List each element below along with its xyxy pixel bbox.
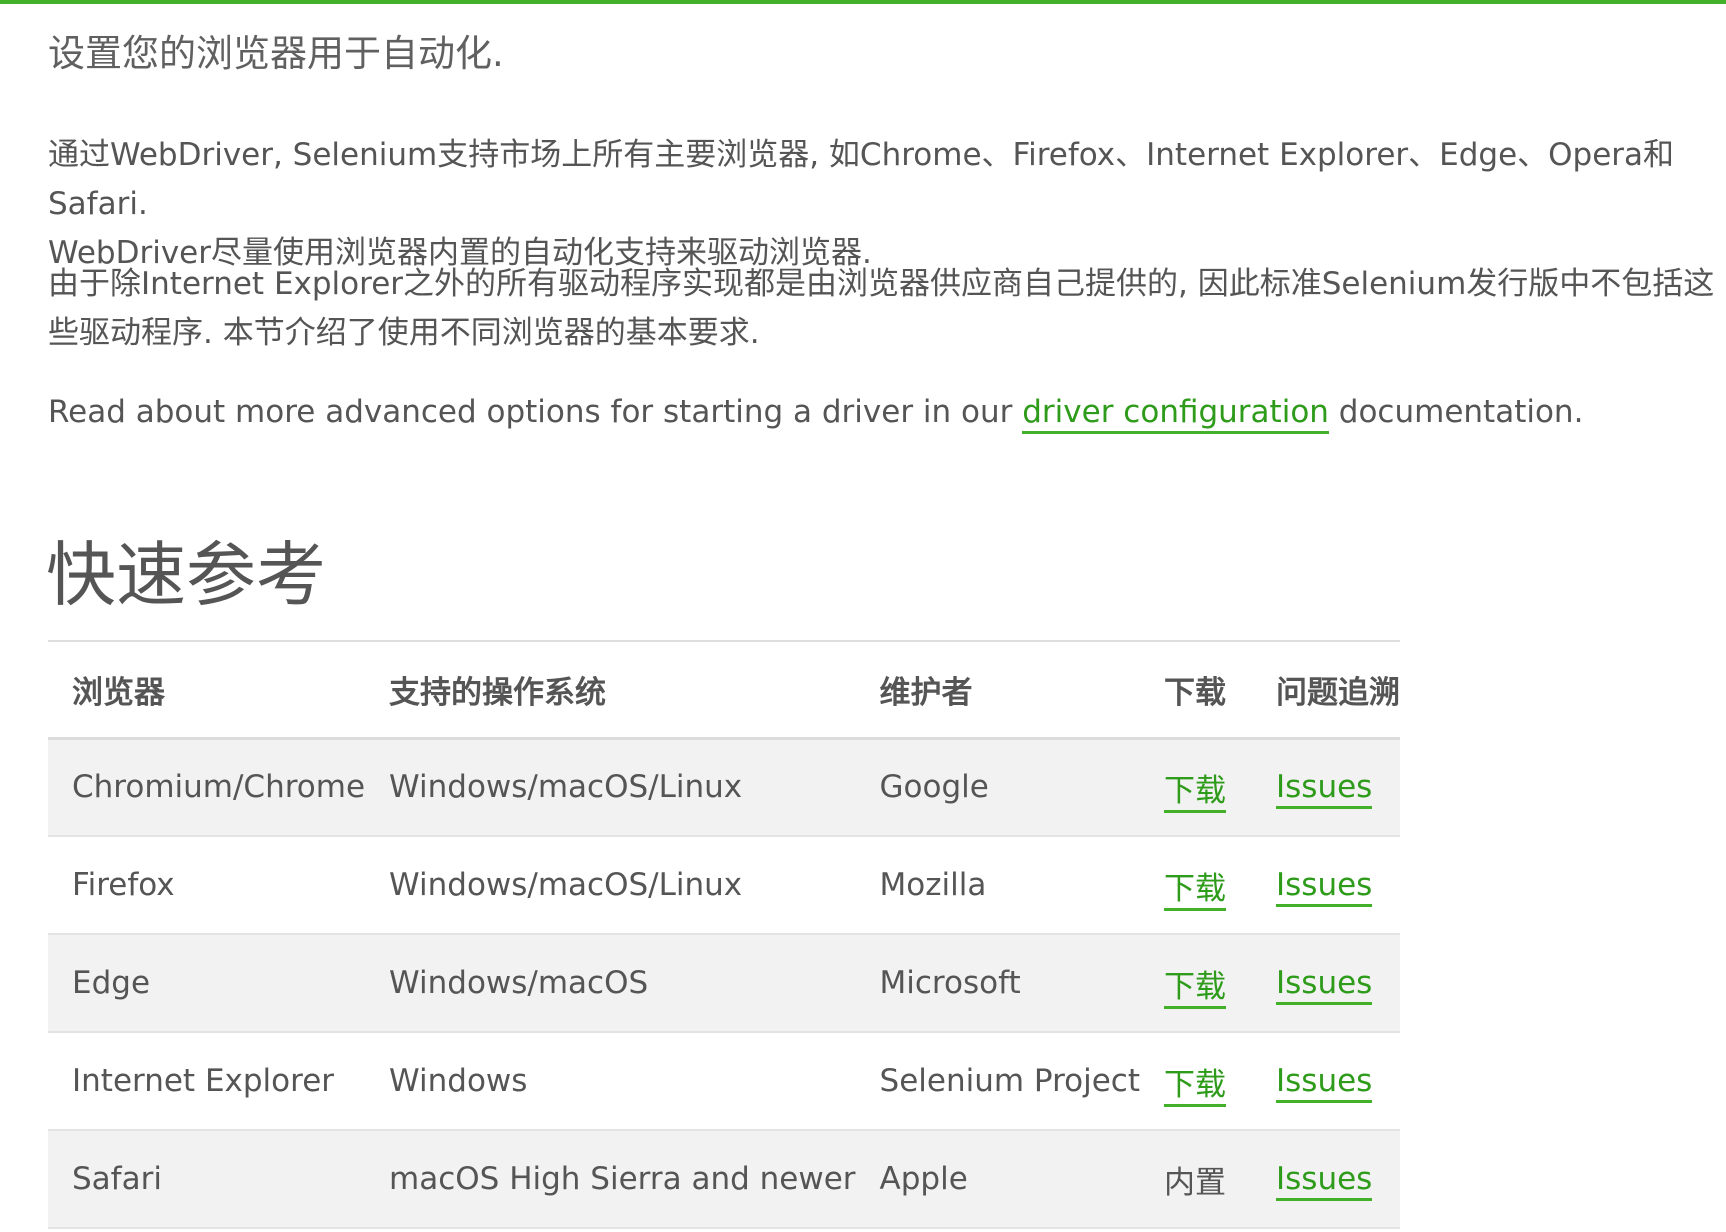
issues-link-safari[interactable]: Issues bbox=[1276, 1161, 1373, 1201]
section-heading-quick-reference: 快速参考 bbox=[46, 534, 326, 616]
os-cell: Windows/macOS/Linux bbox=[389, 867, 743, 903]
download-link-chrome[interactable]: 下载 bbox=[1164, 772, 1226, 813]
issues-link-edge[interactable]: Issues bbox=[1276, 965, 1373, 1005]
drivers-paragraph: 由于除Internet Explorer之外的所有驱动程序实现都是由浏览器供应商… bbox=[48, 260, 1718, 358]
column-header-browser: 浏览器 bbox=[72, 674, 165, 711]
download-link-internet-explorer[interactable]: 下载 bbox=[1164, 1066, 1226, 1107]
download-link-firefox[interactable]: 下载 bbox=[1164, 870, 1226, 911]
table-row: Chromium/Chrome Windows/macOS/Linux Goog… bbox=[48, 738, 1400, 836]
maintainer-cell: Google bbox=[879, 769, 989, 806]
top-accent-bar bbox=[0, 0, 1726, 4]
column-header-download: 下载 bbox=[1164, 674, 1226, 711]
issues-link-internet-explorer[interactable]: Issues bbox=[1276, 1063, 1373, 1103]
maintainer-cell: Mozilla bbox=[879, 867, 987, 903]
table-header: 浏览器 支持的操作系统 维护者 下载 问题追溯 bbox=[48, 641, 1400, 738]
download-link-edge[interactable]: 下载 bbox=[1164, 968, 1226, 1009]
issues-link-firefox[interactable]: Issues bbox=[1276, 867, 1373, 907]
browser-reference-table: 浏览器 支持的操作系统 维护者 下载 问题追溯 Chromium/Chrome … bbox=[48, 640, 1400, 1229]
intro-paragraph: 通过WebDriver, Selenium支持市场上所有主要浏览器, 如Chro… bbox=[48, 131, 1718, 278]
lead-text: 设置您的浏览器用于自动化. bbox=[48, 32, 504, 75]
table-row: Safari macOS High Sierra and newer Apple… bbox=[48, 1130, 1400, 1228]
drivers-line-1: 由于除Internet Explorer之外的所有驱动程序实现都是由浏览器供应商… bbox=[48, 266, 1715, 302]
column-header-issues: 问题追溯 bbox=[1276, 674, 1400, 711]
os-cell: Windows/macOS/Linux bbox=[389, 769, 743, 806]
advanced-options-text-before: Read about more advanced options for sta… bbox=[48, 394, 1023, 430]
table-body: Chromium/Chrome Windows/macOS/Linux Goog… bbox=[48, 738, 1400, 1228]
issues-cell: Issues bbox=[1252, 738, 1400, 836]
column-header-maintainer: 维护者 bbox=[879, 674, 973, 711]
browser-cell: Chromium/Chrome bbox=[72, 769, 366, 806]
table-row: Firefox Windows/macOS/Linux Mozilla 下载 I… bbox=[48, 836, 1400, 934]
download-cell: 下载 bbox=[1140, 1032, 1252, 1130]
browser-cell: Internet Explorer bbox=[72, 1063, 335, 1099]
os-cell: macOS High Sierra and newer bbox=[389, 1161, 856, 1197]
issues-cell: Issues bbox=[1252, 836, 1400, 934]
browser-cell: Firefox bbox=[72, 867, 175, 903]
issues-cell: Issues bbox=[1252, 1130, 1400, 1228]
browser-cell: Edge bbox=[72, 965, 151, 1001]
advanced-options-text-after: documentation. bbox=[1328, 394, 1584, 430]
os-cell: Windows bbox=[389, 1063, 528, 1099]
issues-cell: Issues bbox=[1252, 934, 1400, 1032]
maintainer-cell: Apple bbox=[879, 1161, 968, 1197]
table-row: Internet Explorer Windows Selenium Proje… bbox=[48, 1032, 1400, 1130]
drivers-line-2: 些驱动程序. 本节介绍了使用不同浏览器的基本要求. bbox=[48, 315, 760, 351]
browser-reference-table-wrapper: 浏览器 支持的操作系统 维护者 下载 问题追溯 Chromium/Chrome … bbox=[48, 640, 1400, 1229]
maintainer-cell: Microsoft bbox=[879, 965, 1021, 1001]
download-cell: 内置 bbox=[1164, 1164, 1226, 1201]
intro-line-1: 通过WebDriver, Selenium支持市场上所有主要浏览器, 如Chro… bbox=[48, 137, 1675, 222]
maintainer-cell: Selenium Project bbox=[879, 1063, 1140, 1099]
driver-configuration-link[interactable]: driver configuration bbox=[1022, 394, 1329, 434]
issues-cell: Issues bbox=[1252, 1032, 1400, 1130]
issues-link-chrome[interactable]: Issues bbox=[1276, 769, 1373, 810]
browser-cell: Safari bbox=[72, 1161, 162, 1197]
table-header-row: 浏览器 支持的操作系统 维护者 下载 问题追溯 bbox=[48, 641, 1400, 738]
download-cell: 下载 bbox=[1140, 934, 1252, 1032]
advanced-options-paragraph: Read about more advanced options for sta… bbox=[48, 388, 1718, 437]
os-cell: Windows/macOS bbox=[389, 965, 649, 1001]
table-row: Edge Windows/macOS Microsoft 下载 Issues bbox=[48, 934, 1400, 1032]
download-cell: 下载 bbox=[1140, 738, 1252, 836]
download-cell: 下载 bbox=[1140, 836, 1252, 934]
column-header-os: 支持的操作系统 bbox=[389, 674, 607, 711]
